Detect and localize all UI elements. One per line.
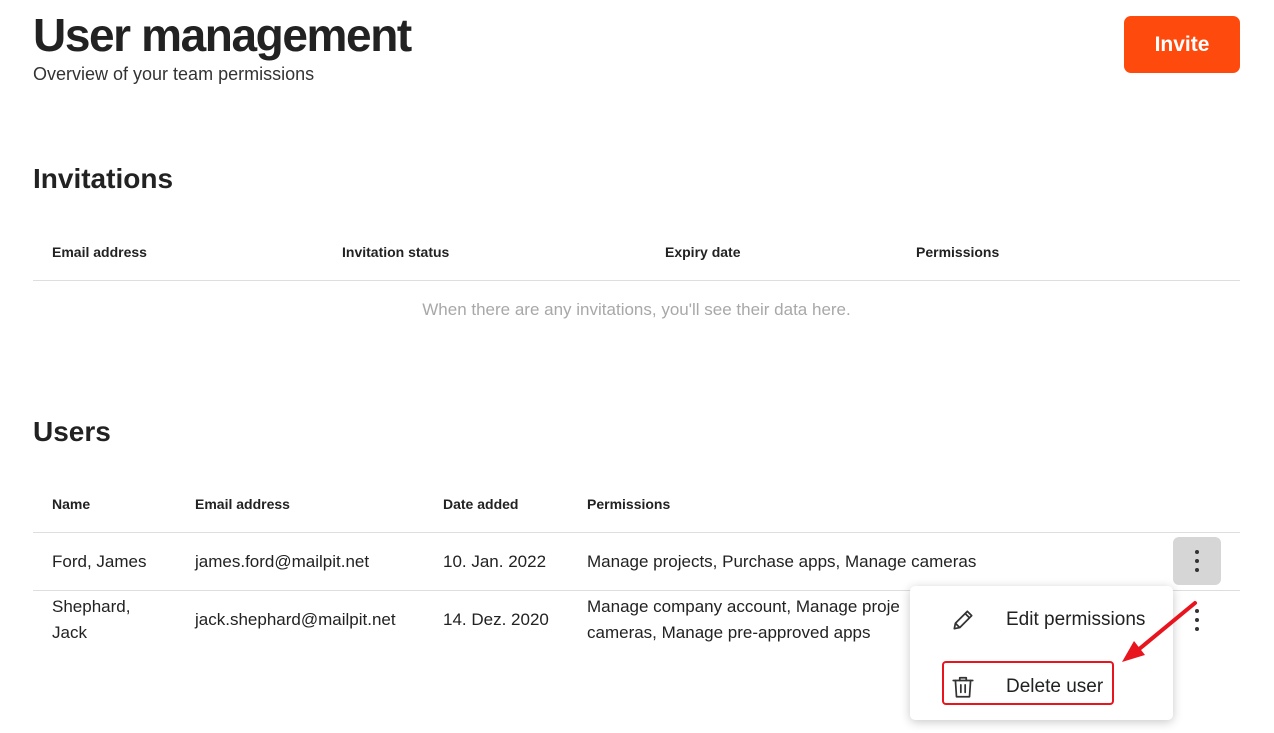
user-name: Shephard, Jack: [52, 594, 130, 646]
page-title: User management: [33, 9, 412, 61]
divider: [33, 280, 1240, 281]
menu-item-label: Delete user: [1006, 676, 1104, 697]
pencil-icon: [953, 610, 973, 630]
empty-state-message: When there are any invitations, you'll s…: [422, 300, 851, 319]
trash-icon: [952, 676, 974, 698]
user-date-added: 14. Dez. 2020: [443, 610, 549, 629]
row-actions-button[interactable]: [1173, 537, 1221, 585]
page-subtitle: Overview of your team permissions: [33, 64, 315, 84]
column-header-email: Email address: [52, 244, 147, 260]
user-name-line: Jack: [52, 623, 87, 642]
more-vertical-icon: [1195, 550, 1199, 572]
column-header-expiry-date: Expiry date: [665, 244, 741, 260]
column-header-email: Email address: [195, 496, 290, 512]
invite-button[interactable]: Invite: [1124, 16, 1240, 73]
column-header-permissions: Permissions: [916, 244, 1000, 260]
user-permissions-line: Manage company account, Manage proje: [587, 597, 900, 616]
menu-item-edit-permissions[interactable]: Edit permissions: [910, 595, 1173, 645]
more-vertical-icon: [1195, 609, 1199, 631]
column-header-name: Name: [52, 496, 91, 512]
user-email: jack.shephard@mailpit.net: [195, 610, 396, 629]
column-header-invitation-status: Invitation status: [342, 244, 450, 260]
user-permissions-line: cameras, Manage pre-approved apps: [587, 623, 871, 642]
menu-item-label: Edit permissions: [1006, 609, 1146, 630]
row-actions-menu: Edit permissions Delete user: [910, 586, 1173, 720]
divider: [33, 532, 1240, 533]
user-name-line: Shephard,: [52, 597, 131, 616]
user-permissions: Manage company account, Manage proje cam…: [587, 594, 917, 646]
row-actions-button[interactable]: [1173, 596, 1221, 644]
user-date-added: 10. Jan. 2022: [443, 552, 547, 571]
user-permissions: Manage projects, Purchase apps, Manage c…: [587, 552, 977, 571]
menu-item-delete-user[interactable]: Delete user: [910, 662, 1173, 712]
user-email: james.ford@mailpit.net: [195, 552, 370, 571]
column-header-date-added: Date added: [443, 496, 519, 512]
user-name: Ford, James: [52, 552, 147, 571]
users-title: Users: [33, 416, 111, 447]
column-header-permissions: Permissions: [587, 496, 671, 512]
invitations-title: Invitations: [33, 163, 174, 194]
